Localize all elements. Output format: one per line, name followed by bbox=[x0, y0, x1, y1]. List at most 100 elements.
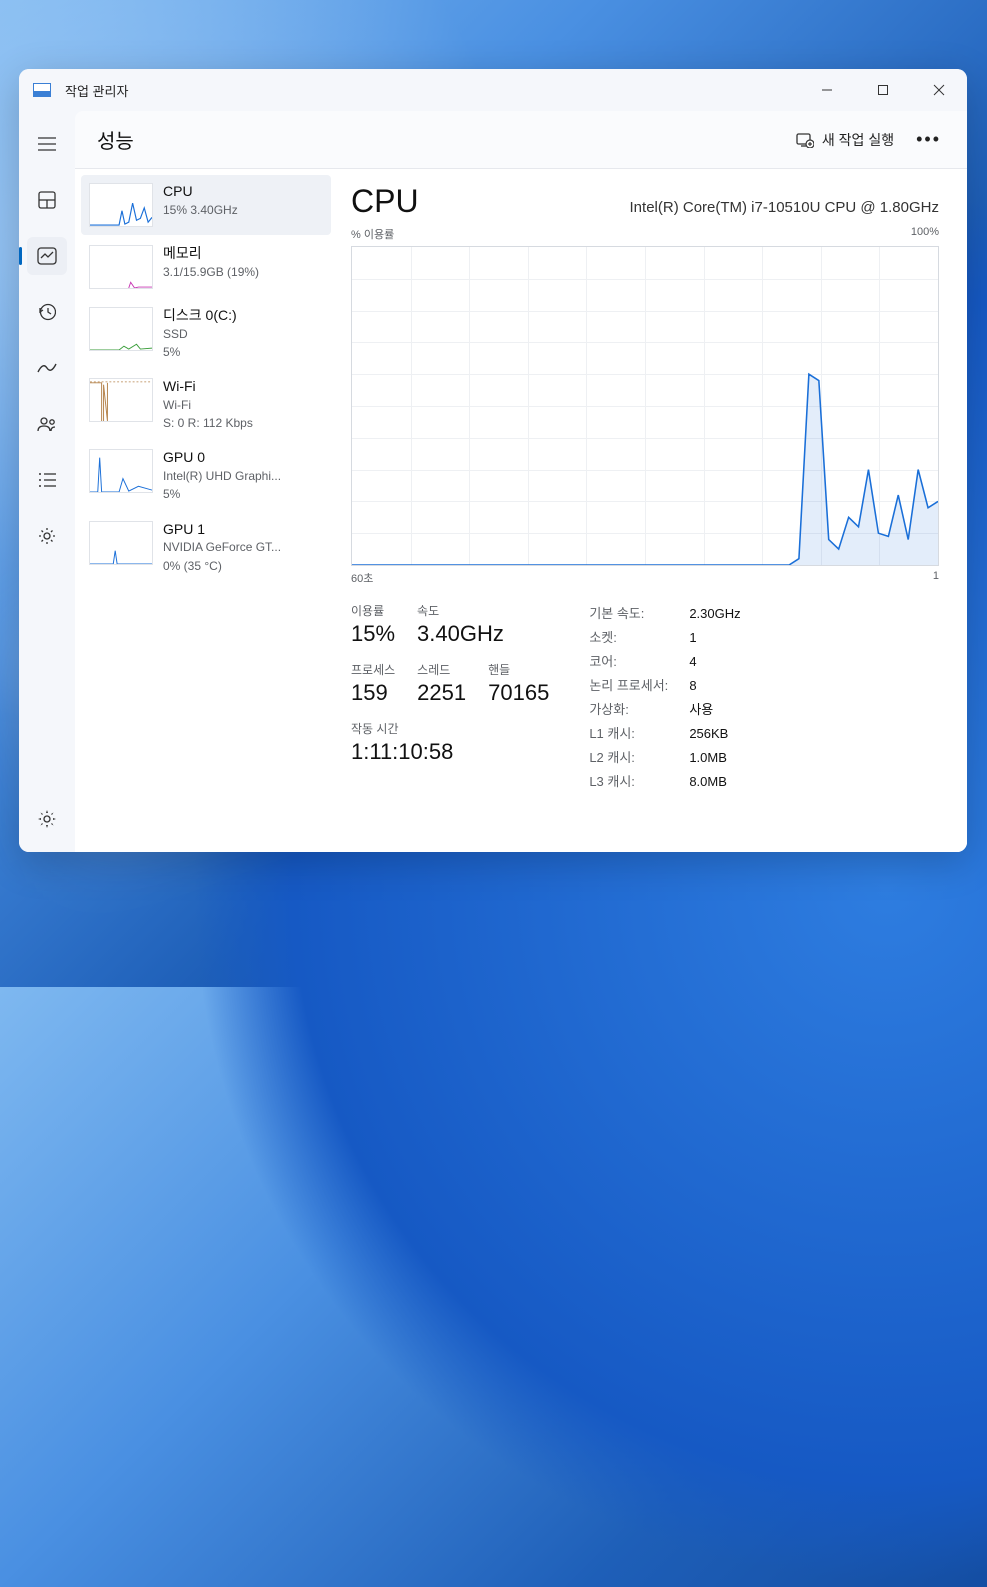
more-button[interactable]: ••• bbox=[912, 125, 945, 154]
speed-value: 3.40GHz bbox=[417, 621, 504, 647]
spec-val: 1.0MB bbox=[689, 746, 727, 770]
proc-value: 159 bbox=[351, 680, 395, 706]
sidebar-item-disk[interactable]: 디스크 0(C:) SSD 5% bbox=[81, 299, 331, 368]
page-title: 성능 bbox=[97, 125, 134, 154]
sidebar-item-cpu[interactable]: CPU 15% 3.40GHz bbox=[81, 175, 331, 235]
spec-key: 코어: bbox=[589, 650, 689, 674]
gpu0-sub1: Intel(R) UHD Graphi... bbox=[163, 468, 323, 484]
app-icon bbox=[33, 83, 51, 97]
spec-key: L1 캐시: bbox=[589, 722, 689, 746]
wifi-sub2: S: 0 R: 112 Kbps bbox=[163, 415, 323, 431]
spec-row: 가상화:사용 bbox=[589, 698, 740, 722]
memory-thumb bbox=[89, 245, 153, 289]
wifi-thumb bbox=[89, 378, 153, 422]
spec-val: 1 bbox=[689, 626, 696, 650]
disk-thumb bbox=[89, 307, 153, 351]
uptime-label: 작동 시간 bbox=[351, 720, 549, 737]
nav-users[interactable] bbox=[27, 405, 67, 443]
spec-val: 사용 bbox=[689, 698, 713, 722]
hamburger-button[interactable] bbox=[27, 125, 67, 163]
titlebar[interactable]: 작업 관리자 bbox=[19, 69, 967, 111]
disk-label: 디스크 0(C:) bbox=[163, 307, 323, 324]
uptime-value: 1:11:10:58 bbox=[351, 739, 549, 765]
run-task-label: 새 작업 실행 bbox=[822, 130, 894, 150]
spec-key: L2 캐시: bbox=[589, 746, 689, 770]
chart-ylabel: % 이용률 bbox=[351, 226, 394, 242]
maximize-button[interactable] bbox=[855, 69, 911, 111]
sidebar-item-gpu1[interactable]: GPU 1NVIDIA GeForce GT... 0% (35 °C) bbox=[81, 513, 331, 582]
spec-val: 256KB bbox=[689, 722, 728, 746]
thread-label: 스레드 bbox=[417, 661, 466, 678]
spec-val: 8 bbox=[689, 674, 696, 698]
memory-label: 메모리 bbox=[163, 245, 323, 262]
spec-table: 기본 속도:2.30GHz소켓:1코어:4논리 프로세서:8가상화:사용L1 캐… bbox=[589, 602, 740, 794]
cpu-sub: 15% 3.40GHz bbox=[163, 202, 323, 218]
spec-key: 논리 프로세서: bbox=[589, 674, 689, 698]
nav-startup[interactable] bbox=[27, 349, 67, 387]
nav-performance[interactable] bbox=[27, 237, 67, 275]
task-manager-window: 작업 관리자 성능 새 작업 실 bbox=[19, 69, 967, 852]
nav-app-history[interactable] bbox=[27, 293, 67, 331]
cpu-model: Intel(R) Core(TM) i7-10510U CPU @ 1.80GH… bbox=[630, 199, 939, 216]
detail-title: CPU bbox=[351, 183, 419, 220]
wifi-sub1: Wi-Fi bbox=[163, 397, 323, 413]
cpu-thumb bbox=[89, 183, 153, 227]
handle-value: 70165 bbox=[488, 680, 549, 706]
cpu-label: CPU bbox=[163, 183, 323, 200]
spec-key: 기본 속도: bbox=[589, 602, 689, 626]
util-label: 이용률 bbox=[351, 602, 395, 619]
spec-row: 논리 프로세서:8 bbox=[589, 674, 740, 698]
gpu1-sub2: 0% (35 °C) bbox=[163, 558, 323, 574]
gpu1-thumb bbox=[89, 521, 153, 565]
chart-ymax: 100% bbox=[911, 226, 939, 242]
content-header: 성능 새 작업 실행 ••• bbox=[75, 111, 967, 169]
minimize-button[interactable] bbox=[799, 69, 855, 111]
disk-sub1: SSD bbox=[163, 326, 323, 342]
nav-services[interactable] bbox=[27, 517, 67, 555]
spec-val: 8.0MB bbox=[689, 770, 727, 794]
sidebar-item-memory[interactable]: 메모리 3.1/15.9GB (19%) bbox=[81, 237, 331, 297]
disk-sub2: 5% bbox=[163, 344, 323, 360]
thread-value: 2251 bbox=[417, 680, 466, 706]
nav-rail bbox=[19, 111, 75, 852]
spec-val: 4 bbox=[689, 650, 696, 674]
spec-key: 가상화: bbox=[589, 698, 689, 722]
gpu1-sub1: NVIDIA GeForce GT... bbox=[163, 539, 323, 555]
gpu0-thumb bbox=[89, 449, 153, 493]
content-area: 성능 새 작업 실행 ••• CPU15% 3.40GHz bbox=[75, 111, 967, 852]
sidebar-item-wifi[interactable]: Wi-Fi Wi-Fi S: 0 R: 112 Kbps bbox=[81, 370, 331, 439]
close-button[interactable] bbox=[911, 69, 967, 111]
spec-row: 소켓:1 bbox=[589, 626, 740, 650]
spec-row: L2 캐시:1.0MB bbox=[589, 746, 740, 770]
cpu-plot bbox=[352, 247, 938, 565]
spec-key: 소켓: bbox=[589, 626, 689, 650]
app-title: 작업 관리자 bbox=[65, 81, 128, 100]
sidebar-item-gpu0[interactable]: GPU 0 Intel(R) UHD Graphi... 5% bbox=[81, 441, 331, 510]
spec-row: 기본 속도:2.30GHz bbox=[589, 602, 740, 626]
gpu0-sub2: 5% bbox=[163, 486, 323, 502]
nav-processes[interactable] bbox=[27, 181, 67, 219]
util-value: 15% bbox=[351, 621, 395, 647]
detail-pane: CPU Intel(R) Core(TM) i7-10510U CPU @ 1.… bbox=[337, 169, 967, 852]
cpu-chart bbox=[351, 246, 939, 566]
spec-row: L3 캐시:8.0MB bbox=[589, 770, 740, 794]
spec-row: 코어:4 bbox=[589, 650, 740, 674]
spec-row: L1 캐시:256KB bbox=[589, 722, 740, 746]
spec-key: L3 캐시: bbox=[589, 770, 689, 794]
gpu1-label: GPU 1 bbox=[163, 521, 323, 538]
memory-sub: 3.1/15.9GB (19%) bbox=[163, 264, 323, 280]
chart-xmax: 1 bbox=[933, 570, 939, 586]
wifi-label: Wi-Fi bbox=[163, 378, 323, 395]
nav-settings[interactable] bbox=[27, 800, 67, 838]
run-new-task-button[interactable]: 새 작업 실행 bbox=[796, 130, 894, 150]
chart-xmin: 60초 bbox=[351, 570, 373, 586]
gpu0-label: GPU 0 bbox=[163, 449, 323, 466]
handle-label: 핸들 bbox=[488, 661, 549, 678]
proc-label: 프로세스 bbox=[351, 661, 395, 678]
speed-label: 속도 bbox=[417, 602, 504, 619]
run-task-icon bbox=[796, 132, 814, 148]
nav-details[interactable] bbox=[27, 461, 67, 499]
spec-val: 2.30GHz bbox=[689, 602, 740, 626]
resource-list: CPU 15% 3.40GHz 메모리 3.1/15.9GB (19%) 디스크 0… bbox=[75, 169, 337, 852]
window-controls bbox=[799, 69, 967, 111]
